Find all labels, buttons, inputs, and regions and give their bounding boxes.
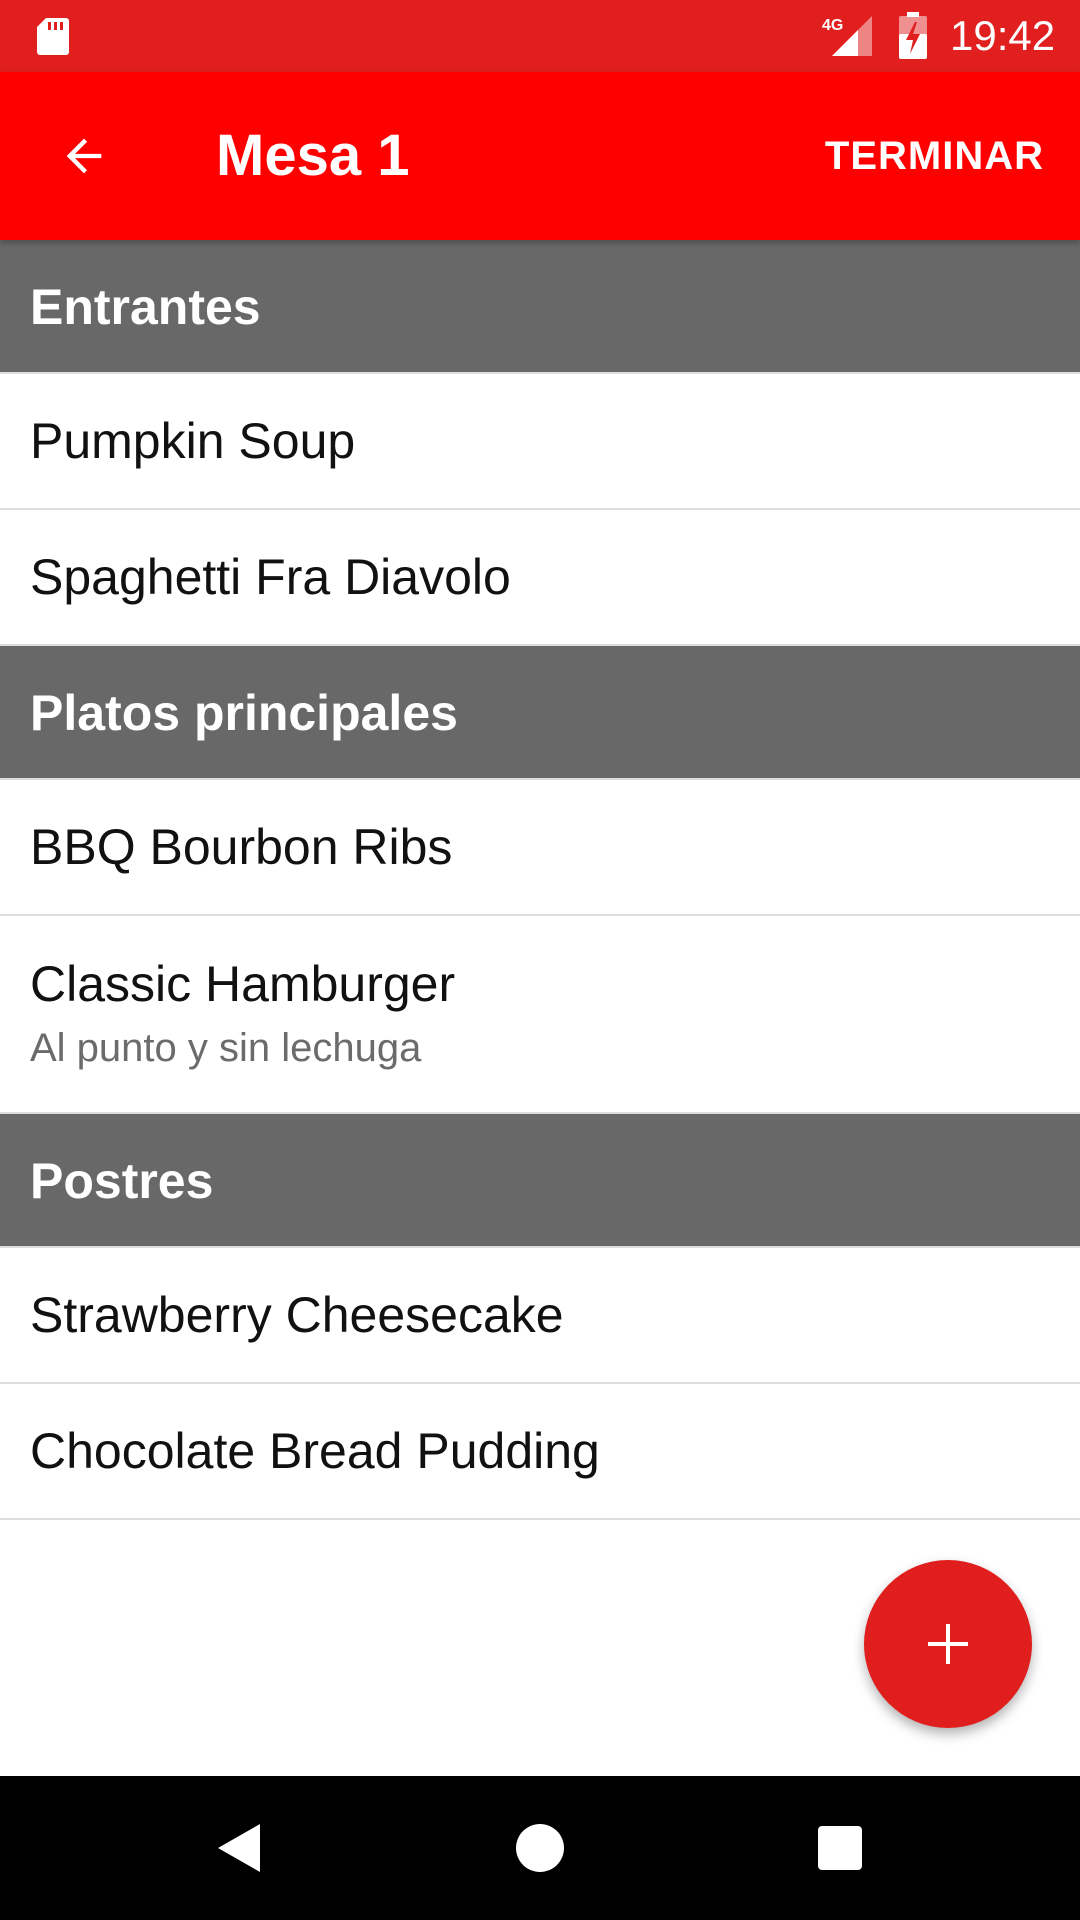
item-note: Al punto y sin lechuga: [30, 1026, 422, 1070]
nav-recents-icon[interactable]: [818, 1826, 862, 1870]
sd-card-icon: [37, 18, 69, 55]
order-list: Entrantes Pumpkin Soup Spaghetti Fra Dia…: [0, 240, 1080, 1520]
network-type: 4G: [822, 17, 843, 34]
status-bar: 4G 19:42: [0, 0, 1080, 72]
item-name: BBQ Bourbon Ribs: [30, 819, 453, 875]
item-name: Classic Hamburger: [30, 956, 456, 1012]
nav-back-icon[interactable]: [214, 1822, 264, 1874]
list-item[interactable]: Chocolate Bread Pudding: [0, 1384, 1080, 1520]
app-bar: Mesa 1 TERMINAR: [0, 72, 1080, 240]
section-header-entrantes: Entrantes: [0, 240, 1080, 374]
list-item[interactable]: Pumpkin Soup: [0, 374, 1080, 510]
terminar-button[interactable]: TERMINAR: [825, 132, 1044, 180]
item-name: Strawberry Cheesecake: [30, 1287, 564, 1343]
item-name: Chocolate Bread Pudding: [30, 1423, 600, 1479]
navigation-bar: [0, 1776, 1080, 1920]
list-item[interactable]: BBQ Bourbon Ribs: [0, 780, 1080, 916]
item-name: Spaghetti Fra Diavolo: [30, 549, 511, 605]
page-title: Mesa 1: [216, 123, 410, 188]
add-item-button[interactable]: [864, 1560, 1032, 1728]
list-item[interactable]: Spaghetti Fra Diavolo: [0, 510, 1080, 646]
list-item[interactable]: Classic Hamburger Al punto y sin lechuga: [0, 916, 1080, 1114]
plus-icon: [928, 1624, 968, 1664]
battery-charging-icon: [899, 12, 927, 59]
back-button[interactable]: [40, 112, 128, 200]
nav-home-icon[interactable]: [516, 1824, 564, 1872]
item-name: Pumpkin Soup: [30, 413, 356, 469]
arrow-back-icon: [66, 138, 102, 174]
status-time: 19:42: [950, 12, 1056, 59]
list-item[interactable]: Strawberry Cheesecake: [0, 1248, 1080, 1384]
signal-icon: 4G: [822, 16, 872, 56]
section-header-platos-principales: Platos principales: [0, 646, 1080, 780]
section-header-postres: Postres: [0, 1114, 1080, 1248]
